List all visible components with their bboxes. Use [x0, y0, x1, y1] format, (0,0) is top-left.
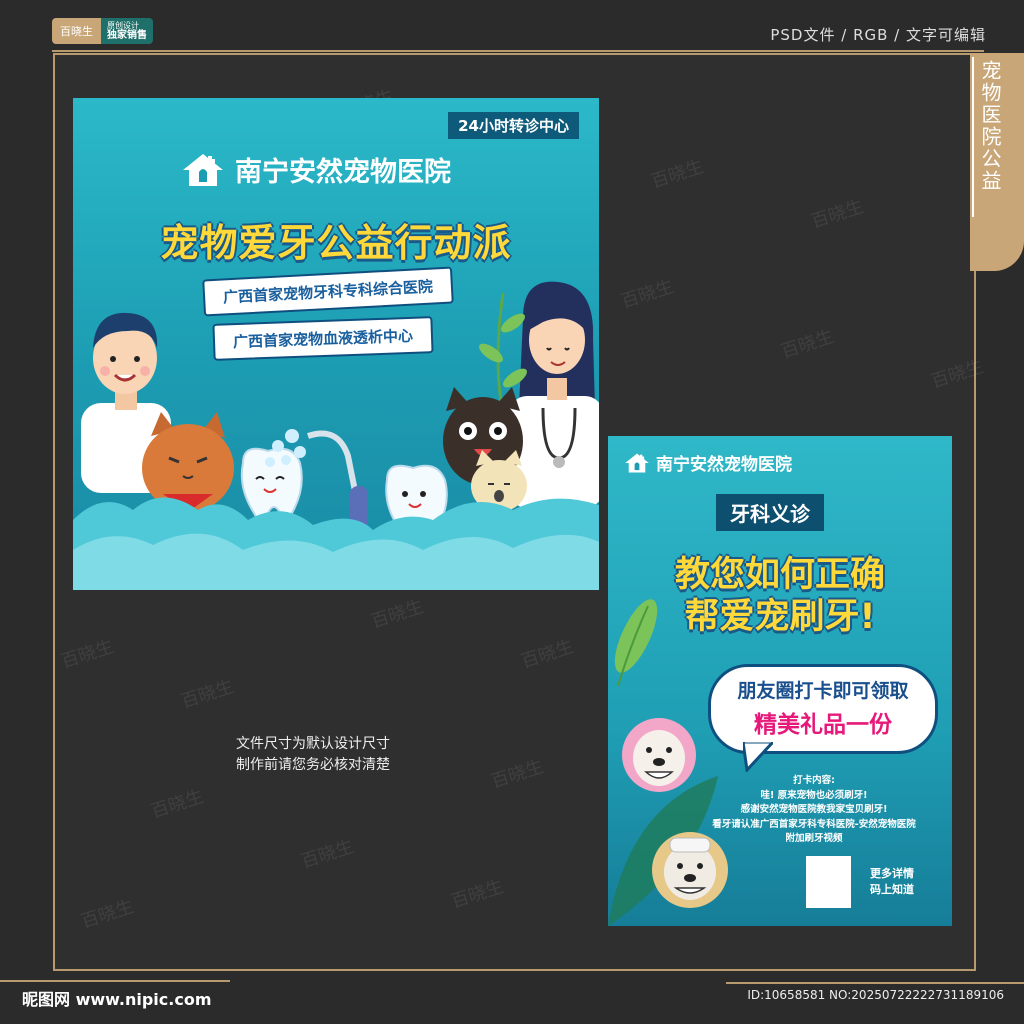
site-logo-text: 昵图网 www.nipic.com [22, 990, 212, 1009]
poster1-ribbon-1: 广西首家宠物牙科专科综合医院 [202, 266, 454, 317]
poster1-headline: 宠物爱牙公益行动派 [160, 221, 512, 265]
qr-caption-line-1: 更多详情 [870, 867, 914, 880]
hospital-house-icon [625, 453, 649, 472]
qr-caption: 更多详情 码上知道 [870, 866, 914, 898]
poster1-badge: 24小时转诊中心 [448, 112, 579, 139]
poster2-hospital-name: 南宁安然宠物医院 [656, 455, 792, 475]
cloud-layer [73, 497, 599, 590]
speech-bubble: 朋友圈打卡即可领取 精美礼品一份 [708, 664, 938, 754]
top-divider [52, 50, 984, 52]
brand-badge: 百晓生 原创设计 独家销售 [52, 18, 153, 44]
qr-caption-line-2: 码上知道 [870, 883, 914, 896]
checkin-line: 看牙请认准广西首家牙科专科医院-安然宠物医院 [712, 818, 916, 830]
bubble-line-1: 朋友圈打卡即可领取 [737, 680, 909, 702]
brand-badge-tag: 原创设计 独家销售 [101, 18, 153, 44]
checkin-line: 哇! 原来宠物也必须刷牙! [760, 789, 868, 801]
dog-photo-1 [622, 718, 696, 792]
image-id: ID:10658581 NO:20250722222731189106 [747, 988, 1004, 1002]
bottom-divider-right [726, 982, 1024, 984]
hospital-house-icon [183, 153, 223, 186]
checkin-line: 感谢安然宠物医院教我家宝贝刷牙! [740, 804, 888, 815]
checkin-line: 附加刷牙视频 [785, 833, 843, 844]
checkin-content: 打卡内容: 哇! 原来宠物也必须刷牙! 感谢安然宠物医院教我家宝贝刷牙! 看牙请… [694, 774, 934, 847]
poster-square: 24小时转诊中心 南宁安然宠物医院 宠物爱牙公益行动派 广西首家宠物牙科专科综合… [73, 98, 599, 590]
bubble-tail [743, 742, 773, 772]
poster2-tag: 牙科义诊 [716, 494, 824, 531]
poster1-logo: 南宁安然宠物医院 [181, 150, 451, 189]
brand-badge-name: 百晓生 [52, 18, 101, 44]
file-meta: PSD文件 / RGB / 文字可编辑 [770, 26, 986, 44]
size-note-line-2: 制作前请您务必核对清楚 [236, 757, 390, 773]
checkin-line: 打卡内容: [793, 775, 835, 786]
poster-vertical: 南宁安然宠物医院 牙科义诊 教您如何正确 帮爱宠刷牙! 朋友圈打卡即可领取 精美… [608, 436, 952, 926]
poster1-hospital-name: 南宁安然宠物医院 [235, 157, 451, 188]
qr-code-placeholder [806, 856, 851, 908]
poster1-ribbon-2: 广西首家宠物血液透析中心 [212, 316, 434, 361]
leaf-decoration [614, 599, 658, 687]
bubble-line-2: 精美礼品一份 [754, 712, 892, 738]
dog-face-icon [633, 730, 685, 786]
size-note: 文件尺寸为默认设计尺寸 制作前请您务必核对清楚 [236, 734, 390, 776]
brand-badge-line2: 独家销售 [107, 30, 147, 41]
poster2-logo: 南宁安然宠物医院 [624, 450, 792, 475]
size-note-line-1: 文件尺寸为默认设计尺寸 [236, 736, 390, 752]
side-title: 宠物医院公益 [978, 60, 1002, 192]
bottom-divider-left [0, 980, 230, 982]
